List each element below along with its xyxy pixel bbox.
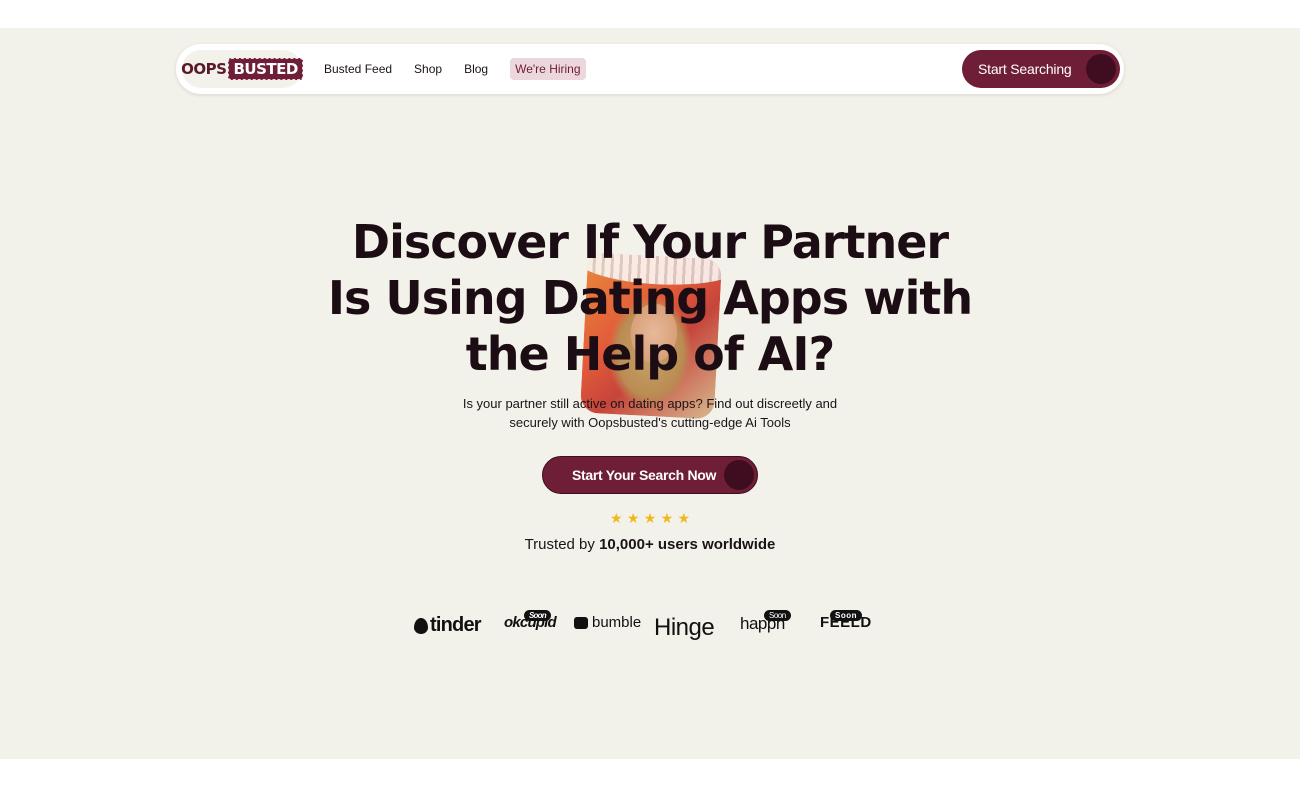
star-icon: ★ [677,510,690,526]
rating-stars: ★ ★ ★ ★ ★ [610,510,690,526]
bumble-logo: bumble [574,614,641,631]
okcupid-logo: Soon okcupid [504,610,557,631]
happn-logo: Soon happn [740,610,791,634]
hero-headline: Discover If Your Partner Is Using Dating… [300,214,1000,382]
tinder-logo-text: tinder [430,614,482,636]
bumble-logo-text: bumble [592,614,642,631]
start-searching-label: Start Searching [978,61,1072,77]
hinge-logo-text: Hinge [654,614,715,641]
soon-badge: Soon [764,610,791,621]
button-circle-icon [1086,54,1116,84]
hero-section: OOPS BUSTED Busted Feed Shop Blog We're … [0,28,1300,759]
dating-app-logos: tinder Soon okcupid bumble Hinge Soon ha… [414,608,884,644]
nav-link-blog[interactable]: Blog [464,62,488,76]
subtext-line-2: securely with Oopsbusted's cutting-edge … [509,415,791,430]
logo-text-busted: BUSTED [228,58,303,80]
nav-link-shop[interactable]: Shop [414,62,442,76]
trusted-prefix: Trusted by [524,536,595,553]
soon-badge: Soon [830,610,862,621]
feeld-logo: Soon FEELD [820,610,872,631]
trusted-by-text: Trusted by 10,000+ users worldwide [400,536,900,553]
brand-logo[interactable]: OOPS BUSTED [181,50,303,88]
headline-line-1: Discover If Your Partner [351,215,949,269]
start-search-label: Start Your Search Now [572,467,717,483]
subtext-line-1: Is your partner still active on dating a… [462,396,838,411]
button-circle-icon [724,460,754,490]
nav-link-busted-feed[interactable]: Busted Feed [324,62,392,76]
headline-line-3: the Help of AI? [465,327,835,381]
start-search-button[interactable]: Start Your Search Now [542,456,758,494]
top-navbar: OOPS BUSTED Busted Feed Shop Blog We're … [176,44,1124,94]
headline-line-2: Is Using Dating Apps with [327,271,973,325]
star-icon: ★ [643,510,657,526]
start-searching-button[interactable]: Start Searching [962,50,1120,88]
hinge-logo: Hinge [654,614,715,642]
star-icon: ★ [626,510,640,526]
star-icon: ★ [660,510,674,526]
star-icon: ★ [610,510,623,526]
logo-text-oops: OOPS [181,60,227,78]
bumble-hex-icon [574,616,588,629]
trusted-count: 10,000+ users worldwide [599,536,776,553]
nav-link-hiring[interactable]: We're Hiring [510,58,586,80]
soon-badge: Soon [524,610,551,621]
tinder-flame-icon [414,617,428,634]
hero-subtext: Is your partner still active on dating a… [400,394,900,432]
tinder-logo: tinder [414,614,482,637]
nav-links: Busted Feed Shop Blog We're Hiring [324,44,586,94]
